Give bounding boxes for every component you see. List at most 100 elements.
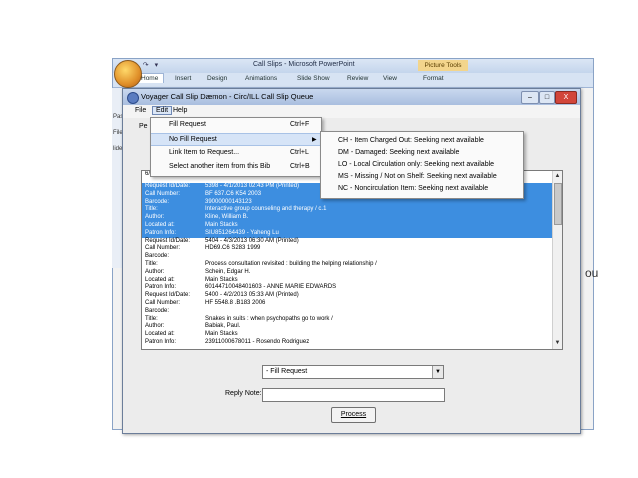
record-field-value: Main Stacks: [205, 276, 238, 283]
picture-tools-label: Picture Tools: [418, 60, 468, 71]
close-button[interactable]: X: [555, 91, 577, 104]
record-field-value: 23911000678011 - Rosendo Rodriguez: [205, 339, 310, 345]
record-field-row: Author: Schein, Edgar H.: [142, 269, 552, 277]
menu-item-shortcut: Ctrl+F: [290, 121, 310, 128]
record-field-key: Patron Info:: [145, 284, 177, 291]
list-vertical-scrollbar[interactable]: ▲ ▼: [552, 171, 562, 349]
dialog-title-bar[interactable]: Voyager Call Slip Dæmon - Circ/ILL Call …: [123, 89, 580, 105]
menu-item-label: Select another item from this Bib: [169, 163, 271, 170]
record-field-key: Located at:: [145, 276, 175, 283]
menu-item-fill-request[interactable]: Fill Request Ctrl+F: [151, 119, 321, 131]
scroll-up-arrow-icon[interactable]: ▲: [554, 172, 561, 180]
record-field-key: Call Number:: [145, 190, 181, 197]
record-field-value: 60144710048401603 - ANNE MARIE EDWARDS: [205, 284, 337, 291]
record-field-value: 39000000143123: [205, 198, 252, 205]
record-field-value: Interactive group counseling and therapy…: [205, 206, 327, 213]
record-field-value: Schein, Edgar H.: [205, 268, 251, 275]
submenu-item-lo[interactable]: LO - Local Circulation only: Seeking nex…: [338, 159, 494, 171]
menu-help[interactable]: Help: [173, 107, 187, 114]
submenu-item-ms[interactable]: MS - Missing / Not on Shelf: Seeking nex…: [338, 171, 497, 183]
record-field-key: Title:: [145, 261, 158, 267]
menu-item-no-fill-request[interactable]: No Fill Request ▶: [151, 133, 321, 146]
record-field-row: Patron Info: 60144710048401603 - ANNE MAR…: [142, 284, 552, 292]
menu-item-link-item[interactable]: Link Item to Request... Ctrl+L: [151, 147, 321, 159]
reply-note-label: Reply Note:: [225, 390, 262, 397]
record-field-row: Call Number: HD69.C6 S283 1999: [142, 245, 552, 253]
powerpoint-title: Call Slips - Microsoft PowerPoint: [253, 61, 355, 68]
record-field-row: Patron Info: 23911000678011 - Rosendo Rod…: [142, 339, 552, 347]
record-field-value: HF 5548.8 .B183 2006: [205, 300, 266, 306]
record-field-key: Title:: [145, 315, 158, 322]
no-fill-submenu: CH - Item Charged Out: Seeking next avai…: [320, 131, 524, 199]
record-field-value: Process consultation revisited : buildin…: [205, 261, 377, 267]
record-field-row: Patron Info: SIU851264439 - Yaheng Lu: [142, 229, 552, 238]
record-field-row: Call Number: HF 5548.8 .B183 2006: [142, 300, 552, 308]
record-field-key: Author:: [145, 323, 165, 330]
record-field-key: Request Id/Date:: [145, 292, 191, 299]
office-button-icon[interactable]: [114, 60, 142, 88]
record-field-row: Request Id/Date: 5404 - 4/3/2013 06:30 AM…: [142, 238, 552, 246]
record-field-key: Barcode:: [145, 198, 170, 205]
scroll-thumb[interactable]: [554, 183, 562, 225]
record-field-row: Located at: Main Stacks: [142, 331, 552, 339]
record-field-key: Located at:: [145, 331, 175, 338]
menu-item-label: Link Item to Request...: [169, 149, 240, 156]
record-field-row: Located at: Main Stacks: [142, 222, 552, 230]
record-field-key: Call Number:: [145, 245, 181, 252]
submenu-arrow-icon: ▶: [312, 137, 317, 143]
submenu-item-ch[interactable]: CH - Item Charged Out: Seeking next avai…: [338, 135, 484, 147]
obscured-field-label: Pe: [139, 123, 148, 130]
submenu-item-nc[interactable]: NC - Noncirculation Item: Seeking next a…: [338, 183, 488, 195]
record-field-value: Main Stacks: [205, 222, 238, 228]
record-field-key: Request Id/Date:: [145, 183, 191, 189]
voyager-app-icon: [127, 92, 139, 104]
tab-format[interactable]: Format: [423, 75, 444, 82]
record-field-key: Title:: [145, 206, 158, 213]
record-field-row: Author: Kline, William B.: [142, 214, 552, 222]
scroll-down-arrow-icon[interactable]: ▼: [554, 339, 561, 347]
record-field-key: Call Number:: [145, 300, 181, 306]
menu-file[interactable]: File: [135, 107, 146, 114]
process-button[interactable]: Process: [331, 407, 376, 423]
record-field-value: 5398 - 4/1/2013 02:43 PM (Printed): [205, 183, 300, 189]
menu-item-shortcut: Ctrl+B: [290, 163, 310, 170]
fill-request-select-value: - Fill Request: [266, 368, 308, 375]
tab-view[interactable]: View: [383, 75, 397, 82]
submenu-item-dm[interactable]: DM - Damaged: Seeking next available: [338, 147, 459, 159]
tab-review[interactable]: Review: [347, 75, 368, 82]
record-field-key: Patron Info:: [145, 339, 177, 345]
tab-animations[interactable]: Animations: [245, 75, 277, 82]
tab-design[interactable]: Design: [207, 75, 227, 82]
tab-insert[interactable]: Insert: [175, 75, 191, 82]
record-field-key: Author:: [145, 214, 165, 221]
record-field-row: Located at: Main Stacks: [142, 277, 552, 285]
maximize-button[interactable]: □: [539, 91, 555, 104]
fill-request-select[interactable]: - Fill Request ▼: [262, 365, 444, 379]
slide-text-fragment: ou: [585, 266, 599, 280]
edit-menu-dropdown: Fill Request Ctrl+F No Fill Request ▶ Li…: [150, 117, 322, 177]
record-field-value: Main Stacks: [205, 331, 238, 338]
chevron-down-icon[interactable]: ▼: [432, 366, 443, 378]
record-field-key: Author:: [145, 268, 165, 275]
record-field-row: Title: Snakes in suits : when psychopaths…: [142, 316, 552, 324]
menu-edit[interactable]: Edit: [152, 106, 173, 115]
record-field-row: Barcode: 39000000143123: [142, 198, 552, 207]
tab-slide-show[interactable]: Slide Show: [297, 75, 330, 82]
reply-note-input[interactable]: [262, 388, 445, 402]
menu-item-label: No Fill Request: [169, 136, 217, 143]
record-field-value: Snakes in suits : when psychopaths go to…: [205, 315, 333, 322]
powerpoint-title-bar: ↶ ↷ ▾ Call Slips - Microsoft PowerPoint …: [113, 59, 593, 73]
minimize-button[interactable]: –: [521, 91, 539, 104]
record-field-key: Request Id/Date:: [145, 237, 191, 244]
menu-item-label: Fill Request: [169, 121, 206, 128]
record-field-row: Title: Interactive group counseling and t…: [142, 206, 552, 215]
strip-label-slide: lide: [113, 146, 123, 152]
menu-item-select-another-item[interactable]: Select another item from this Bib Ctrl+B: [151, 161, 321, 173]
record-field-row: Barcode:: [142, 308, 552, 316]
record-field-key: Located at:: [145, 222, 175, 228]
record-field-key: Patron Info:: [145, 229, 177, 236]
record-field-value: SIU851264439 - Yaheng Lu: [205, 229, 279, 236]
record-field-row: Barcode:: [142, 253, 552, 261]
record-field-value: 5400 - 4/2/2013 05:33 AM (Printed): [205, 292, 299, 299]
ribbon-tabs: Home Insert Design Animations Slide Show…: [113, 73, 593, 88]
